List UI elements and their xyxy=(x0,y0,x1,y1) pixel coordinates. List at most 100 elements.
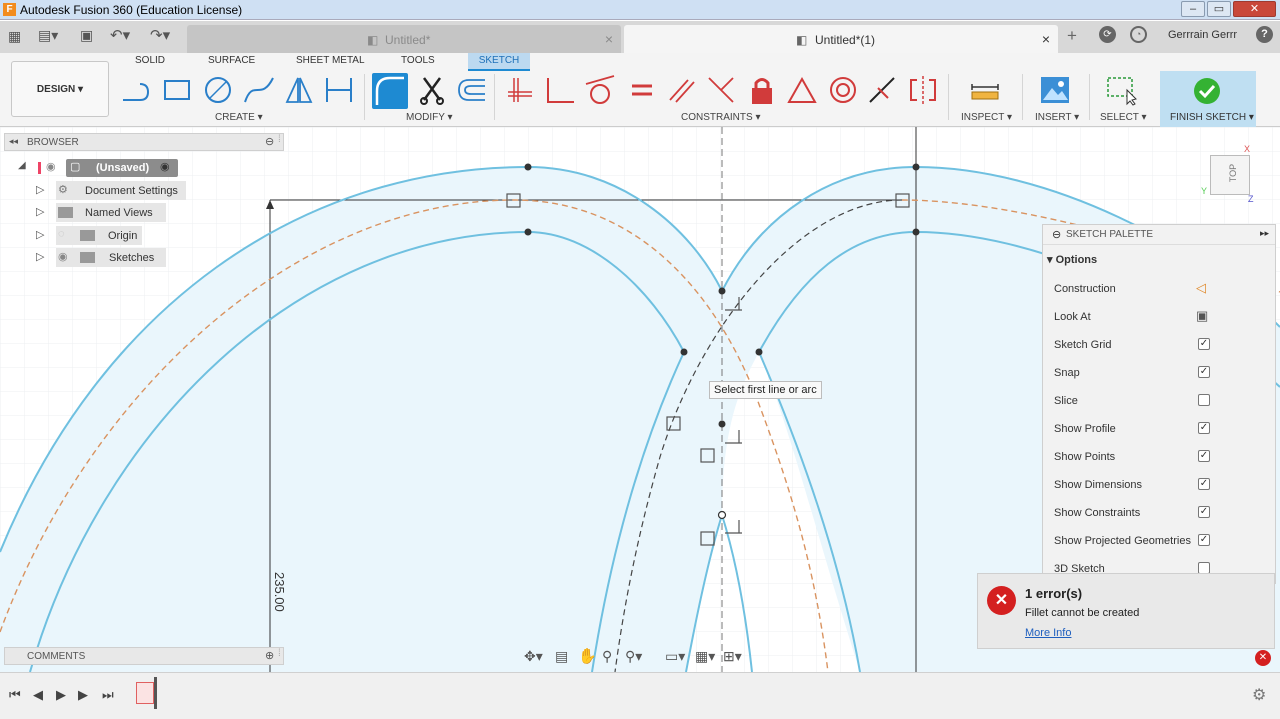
finish-sketch-button[interactable]: FINISH SKETCH ▾ xyxy=(1160,71,1256,127)
midpoint-constraint-icon[interactable] xyxy=(705,74,737,106)
play-icon[interactable]: ▶ xyxy=(56,687,66,703)
spline-tool-icon[interactable] xyxy=(243,74,275,106)
palette-row-construction[interactable]: Construction ◁ xyxy=(1043,275,1275,303)
tab-sketch[interactable]: SKETCH xyxy=(468,53,530,71)
workspace-design-button[interactable]: DESIGN ▾ xyxy=(11,61,109,117)
undo-icon[interactable]: ↶▾ xyxy=(110,26,130,44)
palette-row-show-points[interactable]: Show Points ✓ xyxy=(1043,443,1275,471)
construction-icon[interactable]: ◁ xyxy=(1196,280,1206,296)
insert-image-icon[interactable] xyxy=(1039,74,1071,106)
palette-collapse-icon[interactable]: ⊖ xyxy=(1052,228,1061,241)
palette-row-show-constraints[interactable]: Show Constraints ✓ xyxy=(1043,499,1275,527)
mirror-tool-icon[interactable] xyxy=(283,74,315,106)
perpendicular-constraint-icon[interactable] xyxy=(544,74,576,106)
collapse-browser-icon[interactable]: ◂◂ xyxy=(9,136,18,147)
browser-item-sketches[interactable]: ▷ ◉ Sketches xyxy=(36,248,186,268)
parallel-constraint-icon[interactable] xyxy=(666,74,698,106)
show-projected-checkbox[interactable]: ✓ xyxy=(1198,534,1210,546)
tab-tools[interactable]: TOOLS xyxy=(401,55,435,66)
tangent-constraint-icon[interactable] xyxy=(584,74,616,106)
symmetry-constraint-icon[interactable] xyxy=(907,74,939,106)
palette-row-sketch-grid[interactable]: Sketch Grid ✓ xyxy=(1043,331,1275,359)
tab-untitled[interactable]: ◧ Untitled* × xyxy=(187,25,621,53)
go-to-start-icon[interactable]: ⏮ xyxy=(9,687,21,703)
orbit-icon[interactable]: ✥▾ xyxy=(524,648,543,665)
measure-tool-icon[interactable] xyxy=(969,74,1001,106)
viewports-icon[interactable]: ⊞▾ xyxy=(723,648,742,665)
coincident-constraint-icon[interactable] xyxy=(504,74,536,106)
tab-solid[interactable]: SOLID xyxy=(135,55,165,66)
view-cube[interactable]: TOP xyxy=(1210,155,1250,195)
expand-icon[interactable]: ▷ xyxy=(36,228,44,241)
browser-item-origin[interactable]: ▷ ◌ Origin xyxy=(36,226,186,246)
step-back-icon[interactable]: ◀ xyxy=(33,687,43,703)
insert-menu[interactable]: INSERT ▾ xyxy=(1035,112,1079,123)
look-at-nav-icon[interactable]: ▤ xyxy=(555,648,568,665)
app-grid-icon[interactable]: ▦ xyxy=(8,28,21,45)
drag-handle-icon[interactable]: ⁞ xyxy=(278,648,281,659)
fix-constraint-icon[interactable] xyxy=(746,74,778,106)
error-indicator-icon[interactable]: ✕ xyxy=(1255,650,1271,666)
palette-header[interactable]: ⊖ SKETCH PALETTE ▸▸ xyxy=(1043,225,1275,245)
go-to-end-icon[interactable]: ⏭ xyxy=(102,687,114,703)
dimension-value[interactable]: 235.00 xyxy=(272,572,287,612)
fit-icon[interactable]: ⚲▾ xyxy=(625,648,642,665)
sketch-grid-checkbox[interactable]: ✓ xyxy=(1198,338,1210,350)
rectangle-tool-icon[interactable] xyxy=(161,74,193,106)
display-settings-icon[interactable]: ▭▾ xyxy=(665,648,685,665)
notifications-icon[interactable]: ◔ xyxy=(1130,26,1147,43)
expand-icon[interactable]: ◢ xyxy=(18,160,26,171)
concentric-constraint-icon[interactable] xyxy=(827,74,859,106)
offset-tool-icon[interactable] xyxy=(455,74,487,106)
slice-checkbox[interactable] xyxy=(1198,394,1210,406)
tab-close-icon[interactable]: × xyxy=(605,31,613,47)
palette-row-slice[interactable]: Slice xyxy=(1043,387,1275,415)
equal-constraint-icon[interactable] xyxy=(626,74,658,106)
comments-panel[interactable]: COMMENTS ⊕ ⁞ xyxy=(4,647,284,665)
step-forward-icon[interactable]: ▶ xyxy=(78,687,88,703)
show-dimensions-checkbox[interactable]: ✓ xyxy=(1198,478,1210,490)
palette-row-look-at[interactable]: Look At ▣ xyxy=(1043,303,1275,331)
minimize-button[interactable]: – xyxy=(1181,1,1205,17)
visibility-eye-icon[interactable]: ◌ xyxy=(58,228,65,240)
pan-icon[interactable]: ✋ xyxy=(578,647,597,665)
visibility-eye-icon[interactable]: ◉ xyxy=(58,250,68,263)
show-profile-checkbox[interactable]: ✓ xyxy=(1198,422,1210,434)
fillet-tool-active[interactable] xyxy=(372,73,408,109)
expand-icon[interactable]: ▷ xyxy=(36,183,44,196)
file-menu-icon[interactable]: ▤▾ xyxy=(38,27,58,44)
browser-panel-header[interactable]: ◂◂ BROWSER ⊖ ⁞ xyxy=(4,133,284,151)
circle-tool-icon[interactable] xyxy=(202,74,234,106)
select-tool-icon[interactable] xyxy=(1105,74,1137,106)
browser-item-named-views[interactable]: ▷ Named Views xyxy=(36,203,186,223)
redo-icon[interactable]: ↷▾ xyxy=(150,26,170,44)
drag-handle-icon[interactable]: ⁞ xyxy=(278,134,281,145)
dimension-tool-icon[interactable] xyxy=(323,74,355,106)
grid-settings-icon[interactable]: ▦▾ xyxy=(695,648,715,665)
show-constraints-checkbox[interactable]: ✓ xyxy=(1198,506,1210,518)
select-menu[interactable]: SELECT ▾ xyxy=(1100,112,1147,123)
tab-close-icon[interactable]: × xyxy=(1042,31,1050,47)
palette-expand-icon[interactable]: ▸▸ xyxy=(1260,228,1269,239)
timeline-sketch-feature[interactable] xyxy=(136,682,154,704)
tab-surface[interactable]: SURFACE xyxy=(208,55,255,66)
tab-untitled-1[interactable]: ◧ Untitled*(1) × xyxy=(624,25,1058,53)
show-points-checkbox[interactable]: ✓ xyxy=(1198,450,1210,462)
activate-radio-icon[interactable]: ◉ xyxy=(160,160,170,173)
line-tool-icon[interactable] xyxy=(120,74,152,106)
collinear-constraint-icon[interactable] xyxy=(866,74,898,106)
timeline-marker[interactable] xyxy=(154,677,157,709)
expand-icon[interactable]: ▷ xyxy=(36,250,44,263)
job-status-icon[interactable]: ⟳ xyxy=(1099,26,1116,43)
new-tab-icon[interactable]: + xyxy=(1067,26,1077,46)
add-comment-icon[interactable]: ⊕ xyxy=(265,649,274,662)
look-at-icon[interactable]: ▣ xyxy=(1196,308,1208,324)
timeline-settings-icon[interactable]: ⚙ xyxy=(1252,685,1266,705)
zoom-icon[interactable]: ⚲ xyxy=(602,648,612,665)
palette-row-show-dimensions[interactable]: Show Dimensions ✓ xyxy=(1043,471,1275,499)
snap-checkbox[interactable]: ✓ xyxy=(1198,366,1210,378)
palette-row-snap[interactable]: Snap ✓ xyxy=(1043,359,1275,387)
palette-row-show-projected[interactable]: Show Projected Geometries ✓ xyxy=(1043,527,1275,555)
selected-point[interactable] xyxy=(717,510,727,520)
create-menu[interactable]: CREATE ▾ xyxy=(215,112,263,123)
